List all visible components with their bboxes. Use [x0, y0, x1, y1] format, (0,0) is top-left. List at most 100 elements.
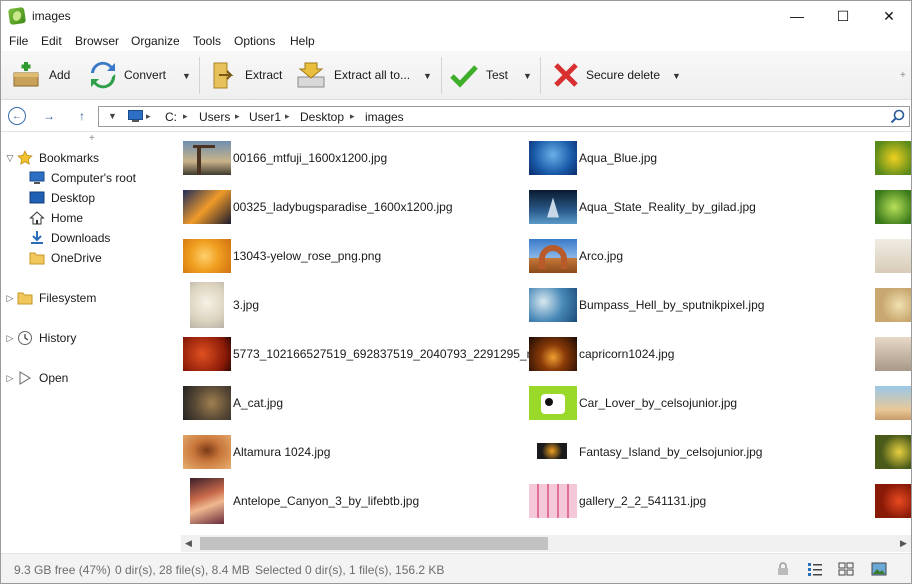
- address-bar[interactable]: ▼ ▸ C: ▸ Users ▸ User1 ▸ Desktop ▸ image…: [98, 106, 910, 127]
- expand-arrow-icon[interactable]: ▷: [5, 293, 15, 304]
- image-thumbnail: [529, 140, 577, 175]
- app-logo-icon: [7, 6, 27, 26]
- file-item[interactable]: [875, 476, 911, 525]
- menu-edit[interactable]: Edit: [41, 34, 62, 48]
- list-view-icon[interactable]: [807, 562, 823, 576]
- download-icon: [29, 230, 45, 246]
- secure-delete-dropdown-icon[interactable]: ▼: [672, 71, 681, 81]
- file-name: 00325_ladybugsparadise_1600x1200.jpg: [233, 199, 453, 214]
- file-item[interactable]: A_cat.jpg: [183, 378, 283, 427]
- file-item[interactable]: Altamura 1024.jpg: [183, 427, 330, 476]
- file-item[interactable]: 5773_102166527519_692837519_2040793_2291…: [183, 329, 553, 378]
- crumb-drive[interactable]: C:: [165, 110, 177, 124]
- file-item[interactable]: capricorn1024.jpg: [529, 329, 674, 378]
- image-thumbnail: [529, 336, 577, 371]
- crumb-desktop[interactable]: Desktop: [300, 110, 344, 124]
- file-item[interactable]: gallery_2_2_541131.jpg: [529, 476, 706, 525]
- sidebar-bookmarks[interactable]: ▽ Bookmarks: [5, 149, 99, 167]
- test-dropdown-icon[interactable]: ▼: [523, 71, 532, 81]
- convert-button[interactable]: Convert: [88, 55, 166, 95]
- minimize-button[interactable]: —: [774, 1, 820, 31]
- file-item[interactable]: Fantasy_Island_by_celsojunior.jpg: [529, 427, 762, 476]
- file-name: capricorn1024.jpg: [579, 346, 675, 361]
- toolbar-more-button[interactable]: +: [900, 70, 906, 81]
- menu-options[interactable]: Options: [234, 34, 275, 48]
- extract-all-dropdown-icon[interactable]: ▼: [423, 71, 432, 81]
- toolbar-separator: [540, 57, 541, 94]
- file-item[interactable]: [875, 133, 911, 182]
- scroll-left-icon[interactable]: ◀: [185, 538, 192, 549]
- sidebar-add-button[interactable]: +: [89, 133, 95, 144]
- add-button[interactable]: Add: [11, 55, 70, 95]
- back-button[interactable]: ←: [8, 107, 26, 125]
- lock-icon[interactable]: [776, 562, 792, 576]
- extract-button[interactable]: Extract: [208, 55, 282, 95]
- image-thumbnail: [183, 434, 231, 469]
- sidebar-item-computer-root[interactable]: Computer's root: [29, 169, 136, 187]
- file-item[interactable]: 3.jpg: [183, 280, 259, 329]
- secure-delete-button[interactable]: Secure delete: [551, 55, 660, 95]
- menu-help[interactable]: Help: [290, 34, 315, 48]
- image-thumbnail: [875, 385, 911, 420]
- sidebar-open[interactable]: ▷ Open: [5, 369, 69, 387]
- sidebar-item-downloads[interactable]: Downloads: [29, 229, 110, 247]
- file-item[interactable]: Aqua_State_Reality_by_gilad.jpg: [529, 182, 756, 231]
- menu-tools[interactable]: Tools: [193, 34, 221, 48]
- test-button[interactable]: Test: [449, 55, 508, 95]
- image-thumbnail: [183, 336, 231, 371]
- file-item[interactable]: Antelope_Canyon_3_by_lifebtb.jpg: [183, 476, 419, 525]
- grid-view-icon[interactable]: [838, 562, 854, 576]
- computer-icon: [128, 110, 143, 122]
- scroll-right-icon[interactable]: ▶: [900, 538, 907, 549]
- image-thumbnail: [529, 385, 577, 420]
- file-item[interactable]: [875, 280, 911, 329]
- file-item[interactable]: 00166_mtfuji_1600x1200.jpg: [183, 133, 387, 182]
- file-item[interactable]: [875, 231, 911, 280]
- file-name: Aqua_State_Reality_by_gilad.jpg: [579, 199, 756, 214]
- image-thumbnail: [875, 287, 911, 322]
- sidebar-item-desktop[interactable]: Desktop: [29, 189, 95, 207]
- horizontal-scrollbar[interactable]: ◀ ▶: [181, 535, 911, 552]
- expand-arrow-icon[interactable]: ▷: [5, 373, 15, 384]
- up-button[interactable]: ↑: [73, 107, 91, 125]
- maximize-button[interactable]: ☐: [820, 1, 866, 31]
- file-item[interactable]: [875, 378, 911, 427]
- file-item[interactable]: Arco.jpg: [529, 231, 623, 280]
- file-item[interactable]: Aqua_Blue.jpg: [529, 133, 657, 182]
- crumb-users[interactable]: Users: [199, 110, 230, 124]
- file-list: 00166_mtfuji_1600x1200.jpg 00325_ladybug…: [179, 133, 911, 537]
- file-item[interactable]: [875, 182, 911, 231]
- file-item[interactable]: [875, 427, 911, 476]
- sidebar-history[interactable]: ▷ History: [5, 329, 76, 347]
- menu-browser[interactable]: Browser: [75, 34, 119, 48]
- file-item[interactable]: [875, 329, 911, 378]
- sidebar-filesystem[interactable]: ▷ Filesystem: [5, 289, 97, 307]
- sidebar-item-onedrive[interactable]: OneDrive: [29, 249, 102, 267]
- thumbnail-view-icon[interactable]: [871, 562, 887, 576]
- file-item[interactable]: Car_Lover_by_celsojunior.jpg: [529, 378, 737, 427]
- search-icon[interactable]: [890, 109, 905, 124]
- sidebar-item-home[interactable]: Home: [29, 209, 83, 227]
- monitor-icon: [29, 170, 45, 186]
- close-button[interactable]: ✕: [866, 1, 911, 31]
- forward-button[interactable]: →: [40, 107, 58, 125]
- extract-all-button[interactable]: Extract all to...: [296, 55, 410, 95]
- scrollbar-thumb[interactable]: [200, 537, 548, 550]
- file-item[interactable]: 00325_ladybugsparadise_1600x1200.jpg: [183, 182, 453, 231]
- image-thumbnail: [529, 483, 577, 518]
- expand-arrow-icon[interactable]: ▷: [5, 333, 15, 344]
- file-name: Car_Lover_by_celsojunior.jpg: [579, 395, 738, 410]
- file-item[interactable]: 13043-yelow_rose_png.png: [183, 231, 381, 280]
- collapse-arrow-icon[interactable]: ▽: [5, 153, 15, 164]
- file-name: 5773_102166527519_692837519_2040793_2291…: [233, 346, 553, 361]
- convert-dropdown-icon[interactable]: ▼: [182, 71, 191, 81]
- history-dropdown-icon[interactable]: ▼: [108, 111, 117, 121]
- sidebar: + ▽ Bookmarks Computer's root Desktop Ho…: [1, 133, 179, 553]
- crumb-images[interactable]: images: [365, 110, 404, 124]
- image-thumbnail: [875, 140, 911, 175]
- file-item[interactable]: Bumpass_Hell_by_sputnikpixel.jpg: [529, 280, 764, 329]
- crumb-user1[interactable]: User1: [249, 110, 281, 124]
- menu-organize[interactable]: Organize: [131, 34, 180, 48]
- menu-file[interactable]: File: [9, 34, 28, 48]
- sidebar-filesystem-label: Filesystem: [39, 291, 97, 305]
